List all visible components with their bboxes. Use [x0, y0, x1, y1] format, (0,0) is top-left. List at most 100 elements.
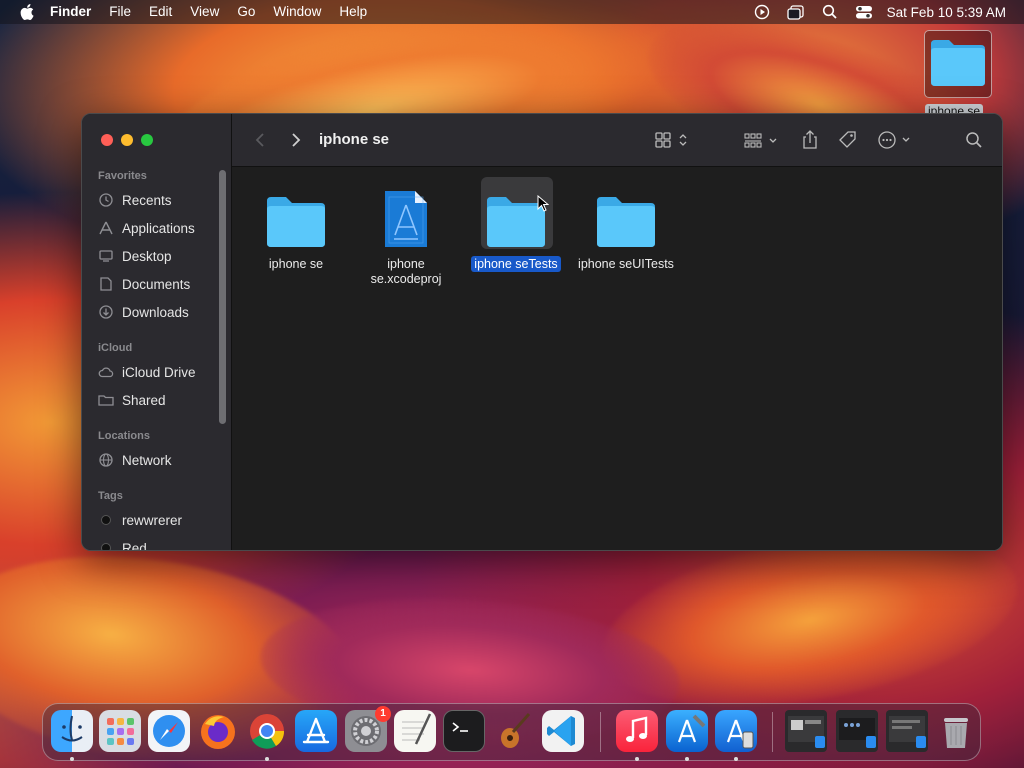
trash-icon [944, 718, 968, 748]
sidebar-item-label: Recents [122, 192, 172, 208]
minimize-button[interactable] [121, 134, 133, 146]
dock-firefox[interactable] [197, 710, 239, 752]
tag-dot-icon [98, 512, 114, 528]
dock-system-settings[interactable]: 1 [345, 706, 391, 752]
file-name: iphone se [268, 257, 324, 271]
search-icon [966, 132, 982, 148]
sidebar-item-shared[interactable]: Shared [98, 388, 166, 412]
sidebar-item-tag[interactable]: rewwrerer [98, 508, 182, 532]
dock-safari[interactable] [148, 710, 190, 752]
dock-terminal[interactable] [443, 710, 485, 752]
terminal-icon [452, 722, 468, 732]
file-browser-area[interactable]: iphone se iphone se.xcodeproj iphone seT… [232, 167, 1002, 550]
clock-icon [98, 192, 114, 208]
finder-window: Favorites Recents Applications Desktop D… [81, 113, 1003, 551]
dock-garageband[interactable] [493, 710, 535, 752]
chevron-right-icon [292, 133, 301, 147]
sidebar-item-label: Downloads [122, 304, 189, 320]
grid-view-icon [655, 132, 687, 148]
back-button[interactable] [250, 128, 270, 152]
dock-separator [772, 712, 773, 752]
dock-trash[interactable] [935, 710, 977, 752]
menu-app-name[interactable]: Finder [40, 0, 100, 24]
dock-simulator[interactable] [715, 710, 757, 752]
dock-music[interactable] [616, 710, 658, 752]
stage-manager-icon[interactable] [779, 0, 813, 24]
finder-icon [61, 715, 83, 742]
sidebar-scrollbar[interactable] [219, 170, 226, 424]
dock-minimized-window[interactable] [886, 710, 928, 752]
sidebar-item-applications[interactable]: Applications [98, 216, 195, 240]
file-item-xcodeproj[interactable]: iphone se.xcodeproj [356, 177, 456, 287]
sidebar-item-downloads[interactable]: Downloads [98, 300, 189, 324]
screen-recording-icon[interactable] [745, 0, 779, 24]
dock-vscode[interactable] [542, 710, 584, 752]
file-item-folder[interactable]: iphone seUITests [576, 177, 676, 272]
dock-xcode[interactable] [666, 710, 708, 752]
sidebar-item-desktop[interactable]: Desktop [98, 244, 172, 268]
sidebar-item-label: rewwrerer [122, 512, 183, 528]
xcode-hammer-icon [677, 714, 706, 743]
sidebar-section-tags: Tags [98, 490, 123, 502]
action-menu-button[interactable] [876, 128, 918, 152]
sidebar-item-recents[interactable]: Recents [98, 188, 172, 212]
search-button[interactable] [962, 128, 986, 152]
dock-app-store[interactable] [295, 710, 337, 752]
notification-badge: 1 [375, 706, 391, 722]
sidebar-item-icloud-drive[interactable]: iCloud Drive [98, 360, 196, 384]
spotlight-search-icon[interactable] [813, 0, 847, 24]
menu-bar: Finder File Edit View Go Window Help Sat… [0, 0, 1024, 24]
group-button[interactable] [742, 128, 782, 152]
tag-button[interactable] [836, 128, 860, 152]
running-indicator [265, 757, 269, 761]
desktop-folder-icon[interactable]: iphone se [922, 30, 994, 120]
finder-sidebar: Favorites Recents Applications Desktop D… [82, 114, 232, 550]
cloud-icon [98, 364, 114, 380]
dock-launchpad[interactable] [99, 710, 141, 752]
music-note-icon [626, 716, 648, 742]
finder-toolbar: iphone se [232, 114, 1002, 167]
menu-bar-clock[interactable]: Sat Feb 10 5:39 AM [881, 5, 1024, 20]
applications-icon [98, 220, 114, 236]
app-store-icon [302, 717, 330, 744]
file-name: iphone seUITests [578, 257, 674, 271]
sidebar-item-network[interactable]: Network [98, 448, 172, 472]
menu-go[interactable]: Go [228, 0, 264, 24]
control-center-icon[interactable] [847, 0, 881, 24]
folder-icon [267, 197, 325, 247]
desktop-icon [98, 248, 114, 264]
file-item-folder-selected[interactable]: iphone seTests [466, 177, 566, 272]
window-controls [101, 134, 153, 146]
menu-file[interactable]: File [100, 0, 140, 24]
running-indicator [70, 757, 74, 761]
firefox-icon [201, 715, 235, 749]
dock-minimized-window[interactable] [836, 710, 878, 752]
xcode-project-icon [385, 191, 427, 247]
close-button[interactable] [101, 134, 113, 146]
sidebar-item-documents[interactable]: Documents [98, 272, 190, 296]
menu-view[interactable]: View [181, 0, 228, 24]
menu-edit[interactable]: Edit [140, 0, 181, 24]
sidebar-item-label: iCloud Drive [122, 364, 196, 380]
forward-button[interactable] [286, 128, 306, 152]
window-thumbnail-icon [889, 716, 926, 748]
zoom-button[interactable] [141, 134, 153, 146]
apple-menu-icon[interactable] [14, 4, 40, 20]
menu-window[interactable]: Window [264, 0, 330, 24]
folder-icon [597, 197, 655, 247]
view-mode-button[interactable] [653, 128, 693, 152]
guitar-icon [501, 713, 531, 748]
globe-icon [98, 452, 114, 468]
safari-compass-icon [153, 715, 185, 747]
dock-chrome[interactable] [246, 710, 288, 752]
file-item-folder[interactable]: iphone se [246, 177, 346, 272]
document-icon [98, 276, 114, 292]
dock-textedit[interactable] [394, 710, 436, 752]
running-indicator [685, 757, 689, 761]
dock-finder[interactable] [51, 710, 93, 752]
share-button[interactable] [798, 128, 822, 152]
running-indicator [734, 757, 738, 761]
menu-help[interactable]: Help [330, 0, 376, 24]
sidebar-item-tag-red[interactable]: Red [98, 536, 147, 550]
dock-minimized-window[interactable] [785, 710, 827, 752]
